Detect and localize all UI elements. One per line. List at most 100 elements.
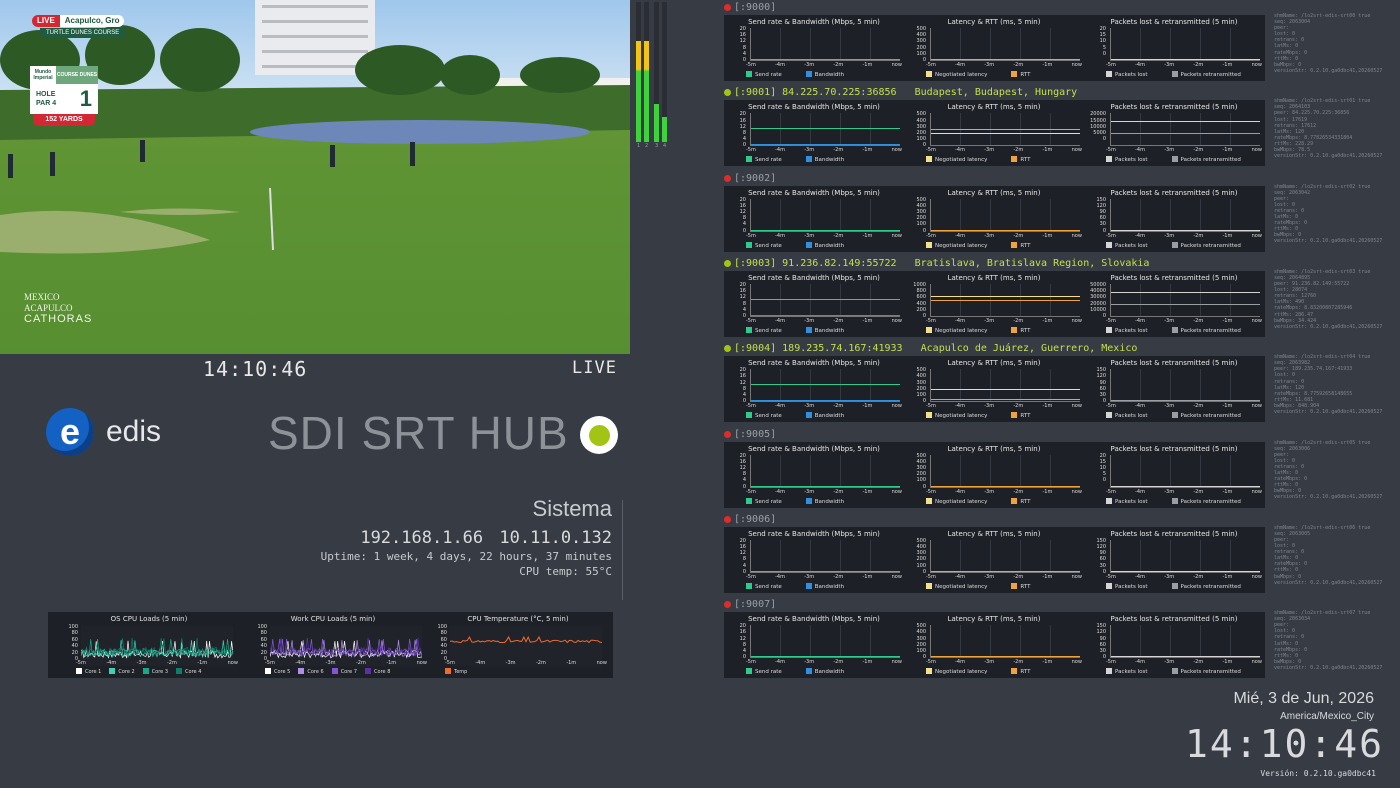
srt-graph-plot: [750, 198, 900, 232]
srt-stream-header: [:9000]: [724, 2, 776, 13]
legend-swatch: [805, 71, 812, 77]
vu-level-fill: [636, 41, 641, 142]
status-dot-icon: [588, 424, 610, 446]
srt-graph: Latency & RTT (ms, 5 min) 500 400 300 200 100…: [904, 442, 1084, 508]
srt-graph-title: Send rate & Bandwidth (Mbps, 5 min): [748, 103, 880, 112]
legend-item: Core 8: [365, 668, 390, 675]
stream-stat-line: versionStr: 0.2.10.ga0dbc41,20260527: [1274, 323, 1383, 330]
srt-graph-legend: Send rate Bandwidth: [746, 668, 844, 675]
vu-channel-2: [644, 2, 649, 142]
legend-swatch: [1171, 156, 1178, 163]
x-tick-label: -5m: [1106, 62, 1116, 68]
legend-item: Core 3: [142, 668, 168, 675]
x-tick-label: -4m: [295, 660, 306, 666]
srt-graph-x-axis: -5m -4m -3m -2m -1m now: [746, 62, 902, 68]
x-tick-label: now: [891, 317, 902, 324]
legend-item: Packets lost: [1106, 668, 1148, 675]
srt-graph-y-axis: 500 400 300 200 100 0: [904, 111, 926, 148]
hub-status-indicator: [580, 416, 618, 454]
srt-graph-title: Latency & RTT (ms, 5 min): [947, 18, 1041, 26]
srt-graph-x-axis: -5m -4m -3m -2m -1m now: [1106, 62, 1262, 68]
legend-label: RTT: [1020, 327, 1031, 334]
stream-stats: shmName: /lo2srt-edis-srt06 true seq: 206…: [1274, 525, 1400, 586]
srt-graph-x-axis: -5m -4m -3m -2m -1m now: [926, 574, 1082, 580]
srt-graph: Latency & RTT (ms, 5 min) 500 400 300 200 100…: [904, 15, 1084, 81]
x-tick-label: -4m: [955, 147, 965, 154]
x-tick-label: -4m: [775, 147, 785, 154]
location-tag: Acapulco, Gro: [59, 15, 125, 27]
x-tick-label: now: [1071, 488, 1082, 495]
x-tick-label: -3m: [984, 573, 995, 580]
x-tick-label: -2m: [1193, 147, 1204, 154]
x-tick-label: now: [1251, 147, 1262, 154]
idle-line: [1111, 656, 1260, 658]
legend-label: Send rate: [755, 583, 782, 590]
srt-stream-graphs: Send rate & Bandwidth (Mbps, 5 min) 20 16 1…: [724, 612, 1265, 679]
legend-item: Packets lost: [1106, 71, 1148, 78]
x-tick-label: -5m: [1106, 147, 1116, 154]
x-tick-label: -5m: [746, 232, 756, 239]
legend-item: RTT: [1011, 668, 1030, 675]
legend-label: Negotiated latency: [935, 242, 988, 249]
y-tick-label: 0: [742, 398, 746, 405]
srt-graph-title: Latency & RTT (ms, 5 min): [947, 615, 1041, 624]
legend-swatch: [1011, 326, 1018, 333]
legend-swatch: [1011, 668, 1018, 675]
srt-graph-plot: [1110, 625, 1260, 659]
legend-swatch: [805, 156, 812, 163]
legend-swatch: [1011, 156, 1018, 163]
srt-graph-legend: Packets lost Packets retransmitted: [1106, 582, 1241, 590]
x-tick-label: -4m: [955, 659, 965, 666]
legend-item: Packets lost: [1106, 241, 1148, 249]
vu-channel-label: 1: [637, 143, 641, 149]
stream-header-text: [:9003] 91.236.82.149:55722 Bratislava, …: [734, 257, 1150, 269]
legend-item: Packets retransmitted: [1171, 326, 1241, 334]
legend-item: Core 7: [331, 668, 357, 675]
course-tag: TURTLE DUNES COURSE: [40, 28, 126, 38]
x-tick-label: -3m: [804, 62, 815, 68]
cpu-graph-title: Work CPU Loads (5 min): [290, 615, 376, 623]
x-tick-label: -3m: [984, 62, 995, 68]
srt-graph-x-axis: -5m -4m -3m -2m -1m now: [926, 318, 1082, 324]
y-tick-label: 0: [742, 568, 746, 575]
hole-yards: 152 YARDS: [33, 114, 95, 126]
system-cpu-temp: CPU temp: 55°C: [519, 565, 612, 578]
legend-swatch: [1171, 582, 1178, 589]
legend-swatch: [805, 582, 812, 589]
srt-graph-legend: Send rate Bandwidth: [746, 241, 844, 249]
y-tick-label: 0: [1102, 312, 1106, 319]
vu-channel-4: [662, 2, 667, 142]
srt-graph-plot: [930, 28, 1080, 61]
legend-item: Bandwidth: [805, 497, 844, 505]
srt-graph-y-axis: 20 16 12 8 4 0: [724, 623, 746, 660]
srt-graph: Send rate & Bandwidth (Mbps, 5 min) 20 16 1…: [724, 612, 904, 678]
y-tick-label: 0: [922, 312, 926, 319]
y-tick-label: 0: [922, 142, 926, 149]
x-tick-label: -1m: [1222, 488, 1233, 495]
x-tick-label: -3m: [984, 488, 995, 495]
legend-label: Bandwidth: [814, 669, 845, 676]
audio-vu-meter: 1234: [634, 0, 667, 152]
timezone-display: America/Mexico_City: [1280, 711, 1374, 722]
legend-item: Packets retransmitted: [1171, 497, 1241, 505]
srt-graph: Send rate & Bandwidth (Mbps, 5 min) 20 16 1…: [724, 15, 904, 81]
srt-graph-x-axis: -5m -4m -3m -2m -1m now: [926, 62, 1082, 68]
legend-item: Send rate: [746, 156, 782, 163]
legend-item: Bandwidth: [805, 668, 845, 676]
srt-graph-plot: [930, 113, 1080, 147]
x-tick-label: -3m: [1164, 147, 1175, 154]
x-tick-label: -3m: [804, 573, 815, 580]
x-tick-label: -3m: [325, 660, 336, 666]
x-tick-label: now: [1071, 317, 1082, 324]
x-tick-label: -5m: [926, 147, 936, 154]
x-tick-label: -4m: [955, 62, 965, 68]
main-clock: 14:10:46: [1184, 722, 1384, 766]
srt-stream-graphs: Send rate & Bandwidth (Mbps, 5 min) 20 16 1…: [724, 100, 1265, 167]
srt-stream-header: [:9005]: [724, 429, 776, 440]
stream-status-led-icon: [724, 259, 731, 267]
stream-header-text: [:9004] 189.235.74.167:41933 Acapulco de…: [734, 343, 1138, 355]
y-tick-label: 0: [742, 57, 746, 64]
x-tick-label: now: [596, 660, 607, 666]
legend-label: Send rate: [755, 72, 782, 78]
stream-status-led-icon: [724, 89, 731, 97]
